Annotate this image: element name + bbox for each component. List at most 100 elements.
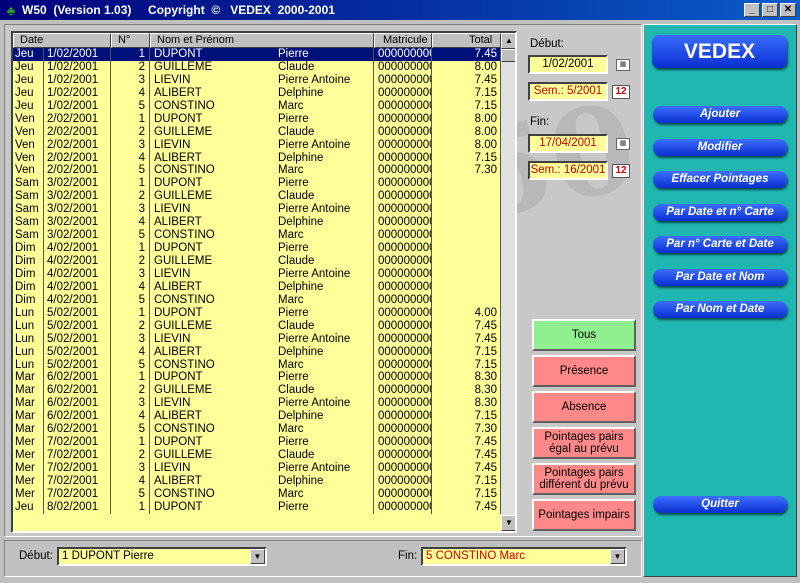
table-cell: Mer — [13, 487, 44, 501]
table-row[interactable]: Jeu1/02/20012 GUILLEME Claude00000000028.0… — [13, 60, 501, 74]
table-cell: GUILLEME — [154, 255, 213, 267]
table-cell: Sam — [13, 216, 44, 230]
col-header-total[interactable]: Total — [432, 33, 501, 48]
col-header-matricule[interactable]: Matricule — [374, 33, 432, 48]
col-header-number[interactable]: N° — [111, 33, 150, 48]
par-date-carte-button[interactable]: Par Date et n° Carte — [653, 204, 787, 221]
pairs-different-button[interactable]: Pointages pairs différent du prévu — [532, 463, 636, 495]
presence-button[interactable]: Présence — [532, 355, 636, 387]
table-cell: 7/02/2001 — [44, 449, 111, 462]
table-row[interactable]: Lun5/02/20015 CONSTINO Marc00000000057.15 — [13, 358, 501, 372]
scroll-thumb[interactable] — [501, 49, 515, 62]
table-cell: 0000000002 — [374, 125, 432, 139]
table-row[interactable]: Lun 5/02/2001 3 LIEVIN Pierre Antoine 0000000… — [13, 332, 501, 346]
table-row[interactable]: Lun5/02/20011 DUPONT Pierre00000000014.00 — [13, 306, 501, 320]
par-nom-date-button[interactable]: Par Nom et Date — [653, 301, 787, 318]
table-row[interactable]: Jeu 1/02/2001 3 LIEVIN Pierre Antoine 0000000… — [13, 73, 501, 87]
chevron-down-icon[interactable]: ▼ — [250, 549, 265, 564]
table-row[interactable]: Mar6/02/20012 GUILLEME Claude00000000028.3… — [13, 384, 501, 398]
table-cell: 1 — [111, 177, 150, 191]
table-row[interactable]: Mar 6/02/2001 3 LIEVIN Pierre Antoine 0000000… — [13, 397, 501, 411]
table-row[interactable]: Mer7/02/20011 DUPONT Pierre00000000017.45 — [13, 436, 501, 450]
window-controls: _ □ ✕ — [744, 3, 796, 17]
table-row[interactable]: Mer7/02/20015 CONSTINO Marc00000000057.15 — [13, 487, 501, 501]
table-row[interactable]: Mer7/02/20012 GUILLEME Claude00000000027.4… — [13, 449, 501, 462]
fin-employee-combo[interactable]: 5 CONSTINO Marc ▼ — [421, 547, 627, 566]
col-header-date[interactable]: Date — [13, 33, 111, 48]
chevron-down-icon[interactable]: ▼ — [610, 549, 625, 564]
par-carte-date-button[interactable]: Par n° Carte et Date — [653, 236, 787, 253]
table-row[interactable]: Ven2/02/20012 GUILLEME Claude00000000028.0… — [13, 125, 501, 139]
absence-button[interactable]: Absence — [532, 391, 636, 423]
table-row[interactable]: Dim4/02/20011 DUPONT Pierre0000000001 — [13, 242, 501, 255]
table-row[interactable]: Dim4/02/20015 CONSTINO Marc0000000005 — [13, 293, 501, 307]
table-row[interactable]: Dim 4/02/2001 3 LIEVIN Pierre Antoine 0000000… — [13, 267, 501, 281]
table-cell: Pierre Antoine — [276, 138, 374, 152]
table-cell: 2 — [111, 319, 150, 333]
table-cell: 4 — [111, 86, 150, 100]
calendar-icon[interactable]: ▦ — [616, 138, 630, 150]
table-row[interactable]: Mar6/02/20011 DUPONT Pierre00000000018.30 — [13, 371, 501, 385]
table-row[interactable]: Sam3/02/20012 GUILLEME Claude0000000002 — [13, 190, 501, 204]
table-cell: Jeu — [13, 60, 44, 74]
table-row[interactable]: Mar6/02/20014 ALIBERT Delphine00000000047.… — [13, 410, 501, 424]
par-date-nom-button[interactable]: Par Date et Nom — [653, 269, 787, 286]
table-cell: 7.15 — [432, 151, 501, 165]
bottom-debut-label: Début: — [19, 550, 53, 562]
table-row[interactable]: Mar6/02/20015 CONSTINO Marc00000000057.30 — [13, 423, 501, 437]
pointages-impairs-button[interactable]: Pointages impairs — [532, 499, 636, 531]
debut-week-field[interactable]: Sem.: 5/2001 — [528, 82, 608, 101]
table-cell: 7.45 — [432, 436, 501, 450]
table-row[interactable]: Dim4/02/20014 ALIBERT Delphine0000000004 — [13, 280, 501, 294]
table-row[interactable]: Ven2/02/20011 DUPONT Pierre00000000018.00 — [13, 112, 501, 126]
table-cell: 0000000004 — [374, 474, 432, 488]
table-row[interactable]: Sam3/02/20015 CONSTINO Marc0000000005 — [13, 229, 501, 243]
ajouter-button[interactable]: Ajouter — [653, 106, 787, 123]
close-button[interactable]: ✕ — [780, 3, 796, 17]
table-row[interactable]: Jeu1/02/20011 DUPONT Pierre00000000017.45 — [13, 48, 501, 61]
table-cell: 7.30 — [432, 164, 501, 178]
table-row[interactable]: Ven2/02/20015 CONSTINO Marc00000000057.30 — [13, 164, 501, 178]
table-row[interactable]: Mer 7/02/2001 3 LIEVIN Pierre Antoine 0000000… — [13, 462, 501, 475]
table-row[interactable]: Mer7/02/20014 ALIBERT Delphine00000000047.… — [13, 474, 501, 488]
table-cell: 0000000003 — [374, 138, 432, 152]
table-row[interactable]: Lun5/02/20014 ALIBERT Delphine00000000047.… — [13, 345, 501, 359]
debut-date-field[interactable]: 1/02/2001 — [528, 55, 608, 74]
debut-employee-combo[interactable]: 1 DUPONT Pierre ▼ — [57, 547, 267, 566]
table-cell: GUILLEME — [154, 125, 213, 138]
calendar-icon[interactable]: ▦ — [616, 59, 630, 71]
table-row[interactable]: Jeu1/02/20014 ALIBERT Delphine00000000047.… — [13, 86, 501, 100]
table-cell: Dim — [13, 255, 44, 268]
table-row[interactable]: Sam3/02/20011 DUPONT Pierre0000000001 — [13, 177, 501, 191]
table-cell: ALIBERT — [154, 474, 202, 487]
table-cell: 4 — [111, 474, 150, 488]
scroll-down-icon[interactable]: ▼ — [501, 515, 515, 531]
quitter-button[interactable]: Quitter — [653, 496, 787, 513]
table-cell: Pierre Antoine — [276, 203, 374, 217]
tree-icon: ♣ — [6, 2, 16, 18]
table-row[interactable]: Lun5/02/20012 GUILLEME Claude00000000027.4… — [13, 319, 501, 333]
table-row[interactable]: Jeu8/02/20011 DUPONT Pierre00000000017.45 — [13, 500, 501, 514]
grid-scrollbar[interactable]: ▲ ▼ — [501, 33, 515, 531]
effacer-pointages-button[interactable]: Effacer Pointages — [653, 171, 787, 188]
maximize-button[interactable]: □ — [762, 3, 778, 17]
scroll-up-icon[interactable]: ▲ — [501, 33, 515, 49]
minimize-button[interactable]: _ — [744, 3, 760, 17]
table-row[interactable]: Ven2/02/20014 ALIBERT Delphine00000000047.… — [13, 151, 501, 165]
tous-button[interactable]: Tous — [532, 319, 636, 351]
week-number-icon[interactable]: 12 — [612, 164, 630, 178]
table-row[interactable]: Sam 3/02/2001 3 LIEVIN Pierre Antoine 0000000… — [13, 203, 501, 217]
table-cell: 7/02/2001 — [44, 436, 111, 450]
col-header-name[interactable]: Nom et Prénom — [150, 33, 374, 48]
fin-week-field[interactable]: Sem.: 16/2001 — [528, 161, 608, 180]
table-row[interactable]: Dim4/02/20012 GUILLEME Claude0000000002 — [13, 255, 501, 268]
modifier-button[interactable]: Modifier — [653, 139, 787, 156]
fin-date-field[interactable]: 17/04/2001 — [528, 134, 608, 153]
week-number-icon[interactable]: 12 — [612, 85, 630, 99]
table-row[interactable]: Sam3/02/20014 ALIBERT Delphine0000000004 — [13, 216, 501, 230]
table-row[interactable]: Jeu1/02/20015 CONSTINO Marc00000000057.15 — [13, 99, 501, 113]
table-row[interactable]: Ven 2/02/2001 3 LIEVIN Pierre Antoine 0000000… — [13, 138, 501, 152]
table-cell: 7/02/2001 — [44, 474, 111, 488]
table-cell: LIEVIN — [154, 397, 191, 410]
pairs-egal-button[interactable]: Pointages pairs égal au prévu — [532, 427, 636, 459]
